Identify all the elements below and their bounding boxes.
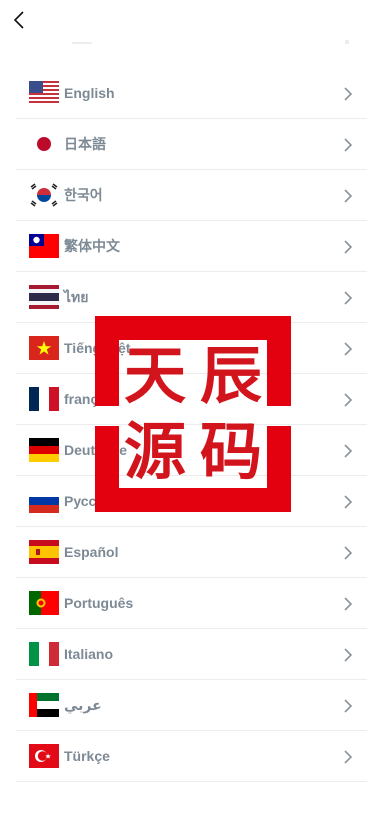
us-flag-icon	[29, 80, 59, 106]
chevron-right-icon	[343, 545, 353, 561]
france-flag-icon	[29, 386, 59, 412]
language-label: 繁体中文	[64, 238, 120, 254]
japan-flag-icon	[29, 131, 59, 157]
chevron-right-icon	[343, 494, 353, 510]
portugal-flag-icon	[29, 590, 59, 616]
language-item-russian[interactable]: Русский	[16, 476, 367, 527]
language-item-italian[interactable]: Italiano	[16, 629, 367, 680]
chevron-right-icon	[343, 647, 353, 663]
language-label: عربي	[64, 697, 102, 713]
uae-flag-icon	[29, 692, 59, 718]
germany-flag-icon	[29, 437, 59, 463]
chevron-right-icon	[343, 290, 353, 306]
chevron-right-icon	[343, 86, 353, 102]
language-item-french[interactable]: français	[16, 374, 367, 425]
language-label: français	[64, 391, 118, 407]
back-button[interactable]	[8, 8, 32, 32]
language-label: 日本語	[64, 136, 106, 152]
language-item-spanish[interactable]: Español	[16, 527, 367, 578]
chevron-right-icon	[343, 341, 353, 357]
language-item-japanese[interactable]: 日本語	[16, 119, 367, 170]
language-item-vietnamese[interactable]: Tiếng Việt	[16, 323, 367, 374]
language-item-thai[interactable]: ไทย	[16, 272, 367, 323]
language-label: ไทย	[64, 289, 89, 305]
turkey-flag-icon	[29, 743, 59, 769]
language-item-korean[interactable]: 한국어	[16, 170, 367, 221]
language-list: English 日本語 한국어 繁体中文 ไทย Tiếng Việt fran…	[16, 68, 367, 782]
italy-flag-icon	[29, 641, 59, 667]
russia-flag-icon	[29, 488, 59, 514]
language-label: English	[64, 85, 115, 101]
thailand-flag-icon	[29, 284, 59, 310]
language-item-turkish[interactable]: Türkçe	[16, 731, 367, 782]
language-item-portuguese[interactable]: Português	[16, 578, 367, 629]
language-item-traditional-chinese[interactable]: 繁体中文	[16, 221, 367, 272]
chevron-right-icon	[343, 596, 353, 612]
language-label: Tiếng Việt	[64, 340, 131, 356]
chevron-right-icon	[343, 749, 353, 765]
language-item-arabic[interactable]: عربي	[16, 680, 367, 731]
language-label: 한국어	[64, 187, 103, 203]
language-item-english[interactable]: English	[16, 68, 367, 119]
language-label: Español	[64, 544, 119, 560]
chevron-right-icon	[343, 443, 353, 459]
chevron-right-icon	[343, 239, 353, 255]
taiwan-flag-icon	[29, 233, 59, 259]
language-item-german[interactable]: Deutsche	[16, 425, 367, 476]
chevron-right-icon	[343, 698, 353, 714]
chevron-right-icon	[343, 392, 353, 408]
spain-flag-icon	[29, 539, 59, 565]
language-label: Русский	[64, 493, 121, 509]
korea-flag-icon	[29, 182, 59, 208]
vietnam-flag-icon	[29, 335, 59, 361]
chevron-left-icon	[13, 11, 24, 29]
language-label: Italiano	[64, 646, 114, 662]
chevron-right-icon	[343, 188, 353, 204]
language-label: Deutsche	[64, 442, 128, 458]
language-label: Türkçe	[64, 748, 110, 764]
language-label: Português	[64, 595, 134, 611]
chevron-right-icon	[343, 137, 353, 153]
scroll-fade-indicator	[0, 30, 383, 50]
